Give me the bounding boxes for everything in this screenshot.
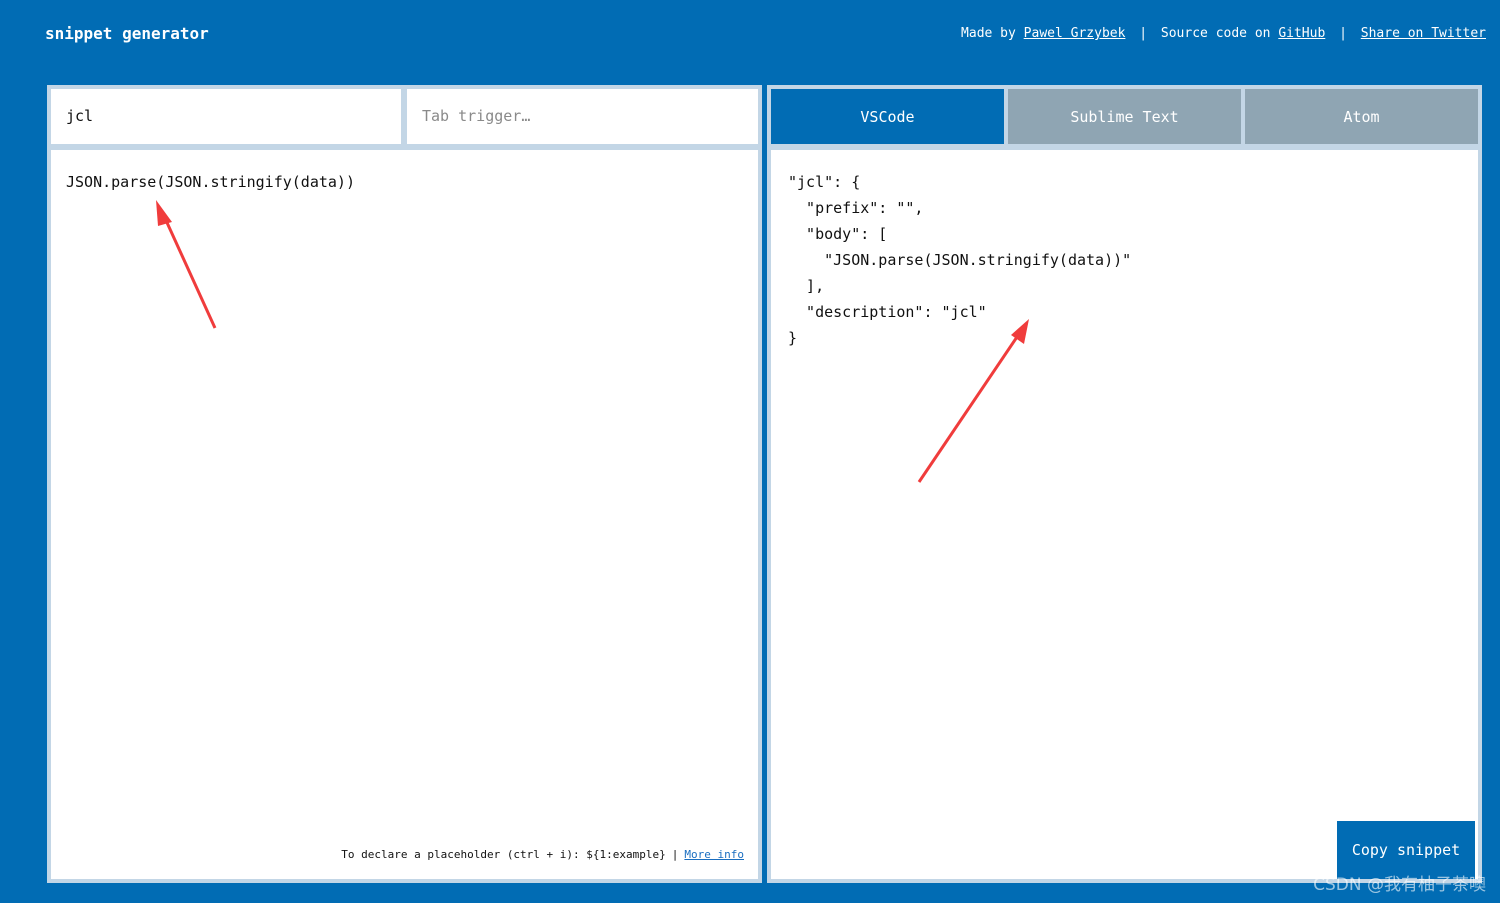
watermark: CSDN @我有柚子茶噢	[1313, 875, 1486, 895]
snippet-output: "jcl": { "prefix": "", "body": [ "JSON.p…	[771, 150, 1478, 879]
header-links: Made by Pawel Grzybek | Source code on G…	[961, 26, 1486, 41]
github-link[interactable]: GitHub	[1278, 26, 1325, 41]
tab-atom[interactable]: Atom	[1245, 89, 1478, 144]
made-by-label: Made by	[961, 26, 1016, 41]
separator: |	[1139, 26, 1148, 41]
tab-sublime-text[interactable]: Sublime Text	[1008, 89, 1241, 144]
placeholder-hint-text: To declare a placeholder (ctrl + i): ${1…	[341, 848, 666, 861]
separator: |	[1339, 26, 1347, 41]
snippet-code-editor[interactable]: JSON.parse(JSON.stringify(data)) To decl…	[51, 150, 758, 879]
tab-trigger-input[interactable]: Tab trigger…	[407, 89, 758, 144]
description-input[interactable]: jcl	[51, 89, 401, 144]
share-twitter-link[interactable]: Share on Twitter	[1361, 26, 1486, 41]
app-title: snippet generator	[45, 24, 209, 43]
editor-tabs: VSCode Sublime Text Atom	[771, 89, 1478, 144]
more-info-link[interactable]: More info	[684, 848, 744, 861]
editor-panel: jcl Tab trigger… JSON.parse(JSON.stringi…	[47, 85, 762, 883]
code-text: JSON.parse(JSON.stringify(data))	[66, 173, 355, 191]
output-panel: VSCode Sublime Text Atom "jcl": { "prefi…	[767, 85, 1482, 883]
author-link[interactable]: Pawel Grzybek	[1024, 26, 1126, 41]
placeholder-hint: To declare a placeholder (ctrl + i): ${1…	[341, 845, 744, 865]
tab-vscode[interactable]: VSCode	[771, 89, 1004, 144]
separator: |	[671, 848, 679, 861]
source-code-label: Source code on	[1160, 26, 1271, 41]
